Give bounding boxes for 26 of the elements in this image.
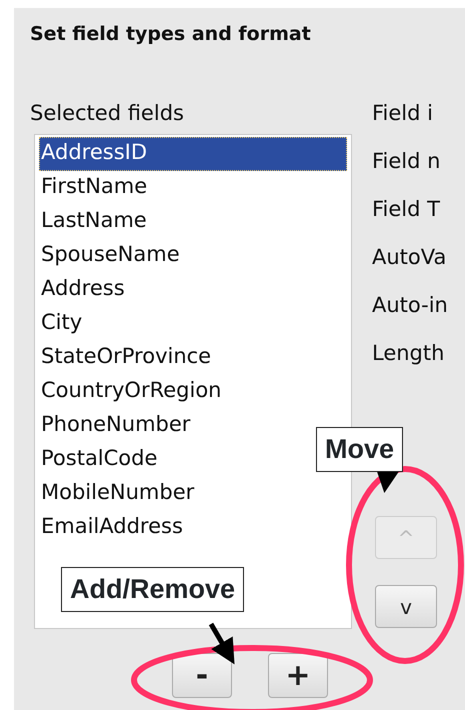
callout-label: Move bbox=[316, 427, 404, 472]
callout-label: Add/Remove bbox=[61, 567, 244, 612]
list-label: Selected fields bbox=[30, 100, 185, 126]
list-item[interactable]: FirstName bbox=[39, 171, 150, 205]
list-item[interactable]: SpouseName bbox=[39, 239, 182, 273]
list-item[interactable]: Address bbox=[39, 273, 127, 307]
list-item[interactable]: StateOrProvince bbox=[39, 341, 214, 375]
list-item[interactable]: PostalCode bbox=[39, 443, 160, 477]
list-item[interactable]: LastName bbox=[39, 205, 149, 239]
list-item[interactable]: MobileNumber bbox=[39, 477, 196, 511]
field-label: Field n bbox=[372, 148, 442, 174]
list-item[interactable]: AddressID bbox=[39, 137, 347, 171]
field-label: Field i bbox=[372, 100, 434, 126]
arrow bbox=[208, 622, 235, 664]
field-label: AutoVa bbox=[372, 244, 448, 270]
field-label: Length bbox=[372, 340, 446, 366]
list-item[interactable]: City bbox=[39, 307, 84, 341]
add-button[interactable]: + bbox=[268, 653, 328, 698]
list-item[interactable]: PhoneNumber bbox=[39, 409, 192, 443]
field-label: Auto-in bbox=[372, 292, 448, 318]
list-item[interactable]: EmailAddress bbox=[39, 511, 185, 545]
field-label: Field T bbox=[372, 196, 441, 222]
section-title: Set field types and format bbox=[30, 22, 312, 46]
move-down-button[interactable]: v bbox=[375, 585, 437, 628]
list-item[interactable]: CountryOrRegion bbox=[39, 375, 224, 409]
remove-button[interactable]: - bbox=[172, 653, 232, 698]
